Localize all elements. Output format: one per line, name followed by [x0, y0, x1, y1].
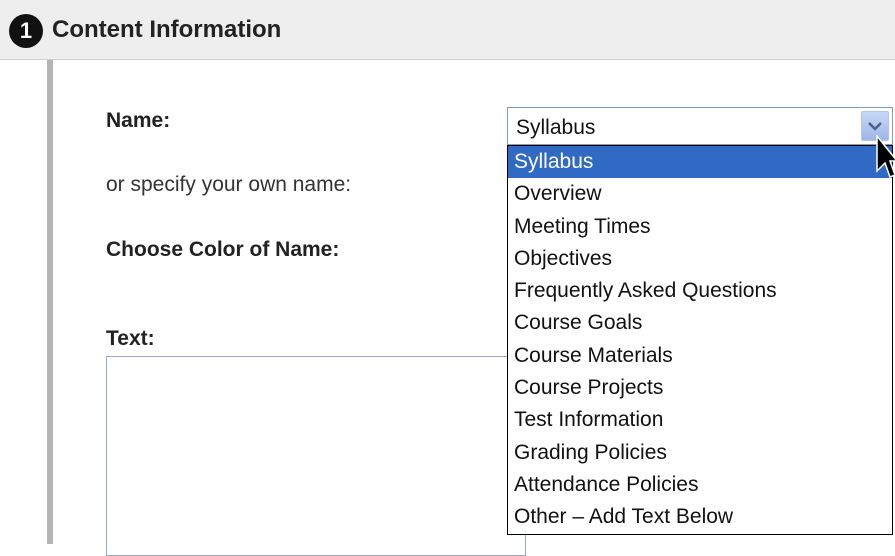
section-title: Content Information	[52, 16, 282, 43]
name-option[interactable]: Overview	[508, 178, 892, 210]
name-option[interactable]: Meeting Times	[508, 211, 892, 243]
name-option[interactable]: Grading Policies	[508, 437, 892, 469]
name-option[interactable]: Course Materials	[508, 340, 892, 372]
name-option[interactable]: Other – Add Text Below	[508, 501, 892, 533]
chevron-down-icon	[868, 122, 882, 131]
text-label: Text:	[106, 327, 155, 350]
name-option[interactable]: Course Goals	[508, 307, 892, 339]
name-option[interactable]: Attendance Policies	[508, 469, 892, 501]
name-options-list[interactable]: Syllabus Overview Meeting Times Objectives F…	[507, 145, 893, 535]
name-option[interactable]: Syllabus	[508, 146, 892, 179]
name-select[interactable]: Syllabus	[507, 107, 893, 145]
mouse-cursor-icon	[876, 135, 895, 178]
section-header: 1 Content Information	[0, 0, 895, 60]
name-option[interactable]: Test Information	[508, 404, 892, 436]
content-text-area[interactable]	[106, 356, 526, 556]
name-option[interactable]: Frequently Asked Questions	[508, 275, 892, 307]
name-option[interactable]: Course Projects	[508, 372, 892, 404]
name-label: Name:	[106, 109, 171, 132]
section-left-rule	[47, 60, 53, 544]
own-name-label: or specify your own name:	[106, 173, 352, 196]
name-option[interactable]: Objectives	[508, 243, 892, 275]
name-select-value: Syllabus	[516, 116, 596, 139]
name-color-label: Choose Color of Name:	[106, 238, 340, 261]
step-number-badge: 1	[9, 14, 43, 48]
